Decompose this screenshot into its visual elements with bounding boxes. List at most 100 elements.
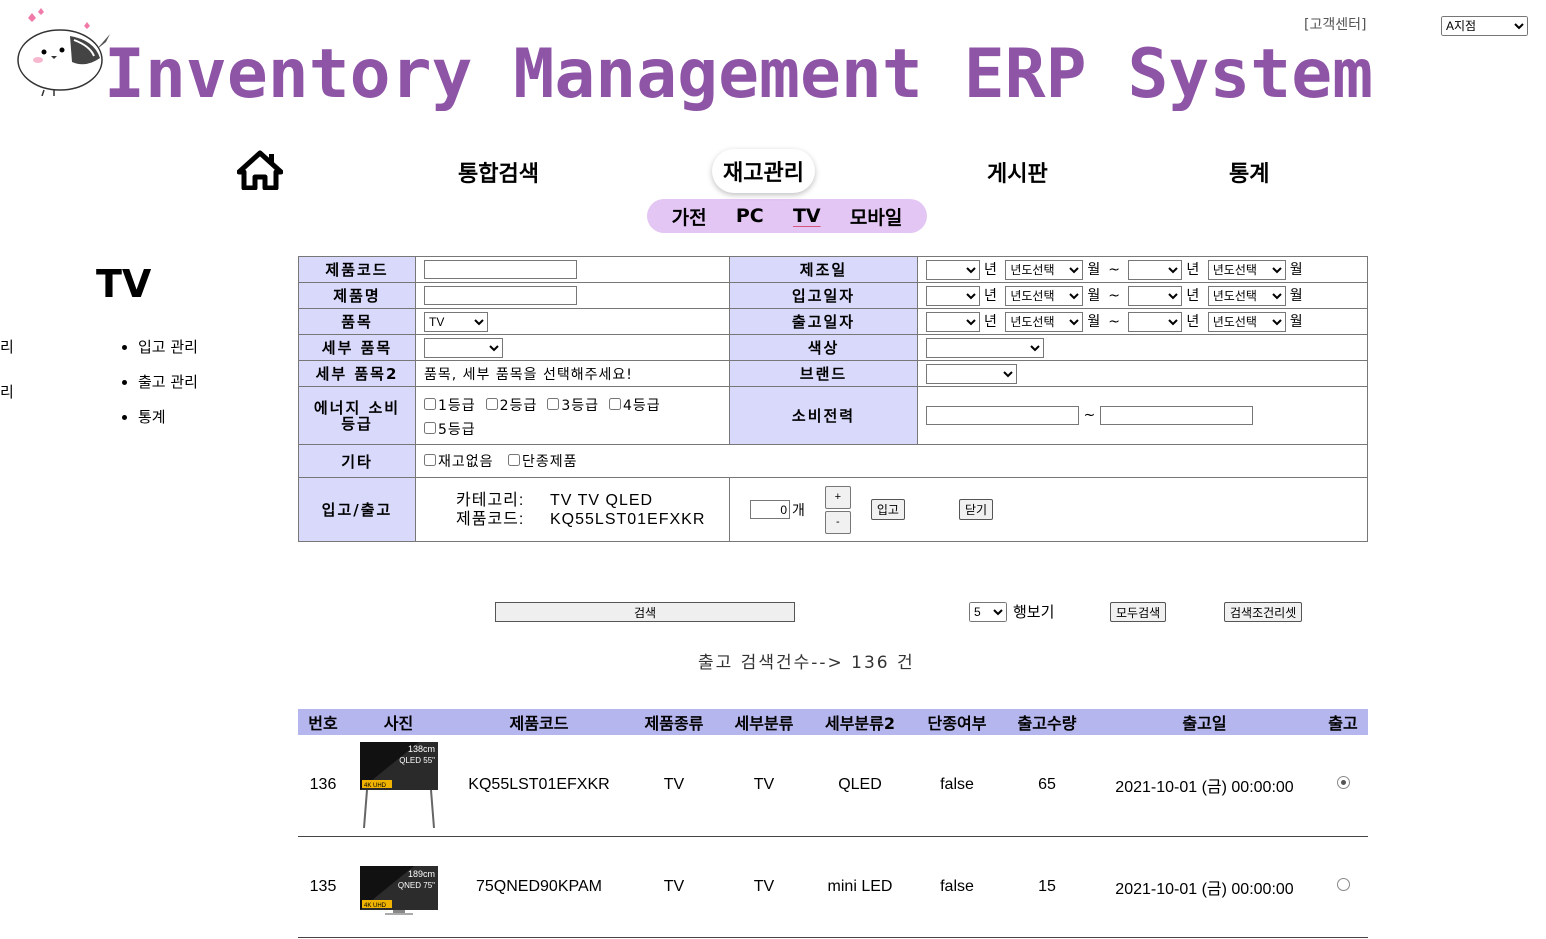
quantity-input[interactable] bbox=[750, 500, 790, 519]
sidebar-menu: 입고 관리 출고 관리 통계 bbox=[118, 336, 198, 441]
quantity-increment-button[interactable]: + bbox=[824, 485, 851, 509]
out-of-stock-checkbox[interactable] bbox=[424, 454, 436, 466]
nav-inventory-management[interactable]: 재고관리 bbox=[712, 149, 815, 193]
out-date-label: 출고일자 bbox=[729, 308, 918, 335]
product-name-input[interactable] bbox=[424, 286, 577, 305]
nav-statistics[interactable]: 통계 bbox=[1229, 156, 1269, 188]
col-sub: 세부분류 bbox=[719, 709, 809, 735]
tilde: ~ bbox=[1108, 262, 1120, 278]
table-header-row: 번호 사진 제품코드 제품종류 세부분류 세부분류2 단종여부 출고수량 출고일… bbox=[298, 709, 1368, 735]
out-of-stock-option[interactable]: 재고없음 bbox=[424, 451, 494, 471]
subnav-tv[interactable]: TV bbox=[793, 205, 821, 227]
out-of-stock-label: 재고없음 bbox=[438, 454, 494, 470]
rows-per-page-select[interactable]: 5 bbox=[969, 602, 1007, 622]
month-unit: 월 bbox=[1289, 288, 1303, 304]
out-from-year-select[interactable] bbox=[926, 312, 980, 332]
energy-grade-1[interactable]: 1등급 bbox=[424, 394, 476, 418]
in-from-year-select[interactable] bbox=[926, 286, 980, 306]
inbound-button[interactable]: 입고 bbox=[870, 499, 905, 520]
energy-grade-1-label: 1등급 bbox=[438, 397, 476, 414]
sub-category2-hint: 품목, 세부 품목을 선택해주세요! bbox=[415, 360, 730, 387]
photo-model: QNED 75" bbox=[397, 881, 434, 890]
reset-filters-button[interactable]: 검색조건리셋 bbox=[1224, 602, 1303, 622]
cell-discontinued: false bbox=[911, 836, 1003, 938]
power-min-input[interactable] bbox=[926, 406, 1079, 425]
tilde: ~ bbox=[1108, 314, 1120, 330]
quantity-decrement-button[interactable]: - bbox=[824, 510, 851, 534]
cell-code: KQ55LST01EFXKR bbox=[449, 735, 629, 837]
in-to-month-select[interactable]: 년도선택 bbox=[1207, 286, 1286, 306]
category-select[interactable]: TV bbox=[424, 311, 488, 332]
energy-grade-4-checkbox[interactable] bbox=[609, 397, 622, 410]
energy-grade-3[interactable]: 3등급 bbox=[547, 394, 599, 418]
in-out-category-value: TV TV QLED bbox=[550, 491, 654, 509]
home-icon[interactable] bbox=[237, 150, 283, 190]
in-out-label: 입고/출고 bbox=[298, 477, 416, 542]
col-code: 제품코드 bbox=[449, 709, 629, 735]
energy-grade-5-checkbox[interactable] bbox=[424, 421, 436, 434]
year-unit: 년 bbox=[984, 314, 997, 330]
year-unit: 년 bbox=[984, 262, 997, 278]
in-to-year-select[interactable] bbox=[1128, 286, 1183, 306]
energy-grade-4[interactable]: 4등급 bbox=[609, 394, 661, 418]
out-to-month-select[interactable]: 년도선택 bbox=[1207, 312, 1286, 332]
tilde: ~ bbox=[1083, 407, 1096, 424]
out-from-month-select[interactable]: 년도선택 bbox=[1005, 312, 1084, 332]
col-qty: 출고수량 bbox=[1003, 709, 1091, 735]
mfg-to-year-select[interactable] bbox=[1128, 260, 1183, 280]
energy-grade-2[interactable]: 2등급 bbox=[485, 394, 538, 418]
out-to-year-select[interactable] bbox=[1128, 312, 1183, 332]
col-discontinued: 단종여부 bbox=[911, 709, 1003, 735]
search-all-button[interactable]: 모두검색 bbox=[1110, 602, 1167, 622]
product-code-input[interactable] bbox=[424, 260, 577, 279]
discontinued-option[interactable]: 단종제품 bbox=[507, 451, 578, 471]
close-button[interactable]: 닫기 bbox=[958, 499, 994, 520]
brand-label: 브랜드 bbox=[729, 360, 918, 387]
sub-category-select[interactable] bbox=[424, 337, 503, 358]
subnav-appliance[interactable]: 가전 bbox=[672, 203, 707, 230]
cell-date: 2021-10-01 (금) 00:00:00 bbox=[1091, 836, 1318, 938]
rows-per-page-label: 행보기 bbox=[1013, 603, 1055, 621]
sidebar-item-outbound[interactable]: 출고 관리 bbox=[138, 371, 198, 406]
cell-no: 136 bbox=[298, 735, 348, 837]
col-sub2: 세부분류2 bbox=[809, 709, 911, 735]
mfg-from-month-select[interactable]: 년도선택 bbox=[1005, 260, 1084, 280]
tilde: ~ bbox=[1108, 288, 1120, 304]
subnav-mobile[interactable]: 모바일 bbox=[850, 203, 902, 230]
customer-center-link[interactable]: [고객센터] bbox=[1304, 14, 1366, 34]
table-row[interactable]: 136 138cm QLED 55" 4K UHD KQ55LST01EFXKR… bbox=[298, 735, 1368, 837]
row-select-radio[interactable] bbox=[1336, 776, 1350, 790]
energy-grade-2-checkbox[interactable] bbox=[485, 397, 498, 410]
sidebar-item-stats[interactable]: 통계 bbox=[138, 406, 198, 441]
table-row[interactable]: 135 189cm QNED 75" 4K UHD 75QNED90KPAM T… bbox=[298, 836, 1368, 938]
cell-photo: 189cm QNED 75" 4K UHD bbox=[348, 836, 449, 938]
brand-select[interactable] bbox=[926, 363, 1017, 384]
nav-board[interactable]: 게시판 bbox=[987, 156, 1048, 188]
power-max-input[interactable] bbox=[1099, 406, 1253, 425]
col-photo: 사진 bbox=[348, 709, 449, 735]
photo-badge: 4K UHD bbox=[364, 783, 387, 789]
subnav-pc[interactable]: PC bbox=[736, 205, 764, 227]
photo-badge: 4K UHD bbox=[364, 903, 387, 909]
energy-grade-1-checkbox[interactable] bbox=[424, 397, 436, 410]
mfg-from-year-select[interactable] bbox=[926, 260, 980, 280]
discontinued-checkbox[interactable] bbox=[507, 454, 520, 466]
energy-grade-3-checkbox[interactable] bbox=[547, 397, 560, 410]
search-button[interactable]: 검색 bbox=[495, 602, 795, 622]
mfg-to-month-select[interactable]: 년도선택 bbox=[1207, 260, 1286, 280]
in-from-month-select[interactable]: 년도선택 bbox=[1005, 286, 1084, 306]
nav-integrated-search[interactable]: 통합검색 bbox=[458, 156, 539, 188]
branch-select[interactable]: A지점 bbox=[1441, 16, 1528, 36]
cell-type: TV bbox=[629, 836, 719, 938]
category-label: 품목 bbox=[298, 308, 416, 335]
photo-size: 189cm bbox=[407, 869, 434, 879]
search-form-table: 제품코드 제조일 년 년도선택 월 ~ 년 년도선택 월 제품명 입고일자 년 년도선… bbox=[298, 256, 1368, 542]
month-unit: 월 bbox=[1087, 314, 1101, 330]
color-select[interactable] bbox=[926, 337, 1044, 358]
sidebar-item-inbound[interactable]: 입고 관리 bbox=[138, 336, 198, 371]
cell-qty: 65 bbox=[1003, 735, 1091, 837]
product-name-label: 제품명 bbox=[298, 282, 416, 309]
row-select-radio[interactable] bbox=[1336, 877, 1350, 891]
energy-grade-5[interactable]: 5등급 bbox=[424, 418, 476, 442]
product-code-label: 제품코드 bbox=[298, 256, 416, 283]
